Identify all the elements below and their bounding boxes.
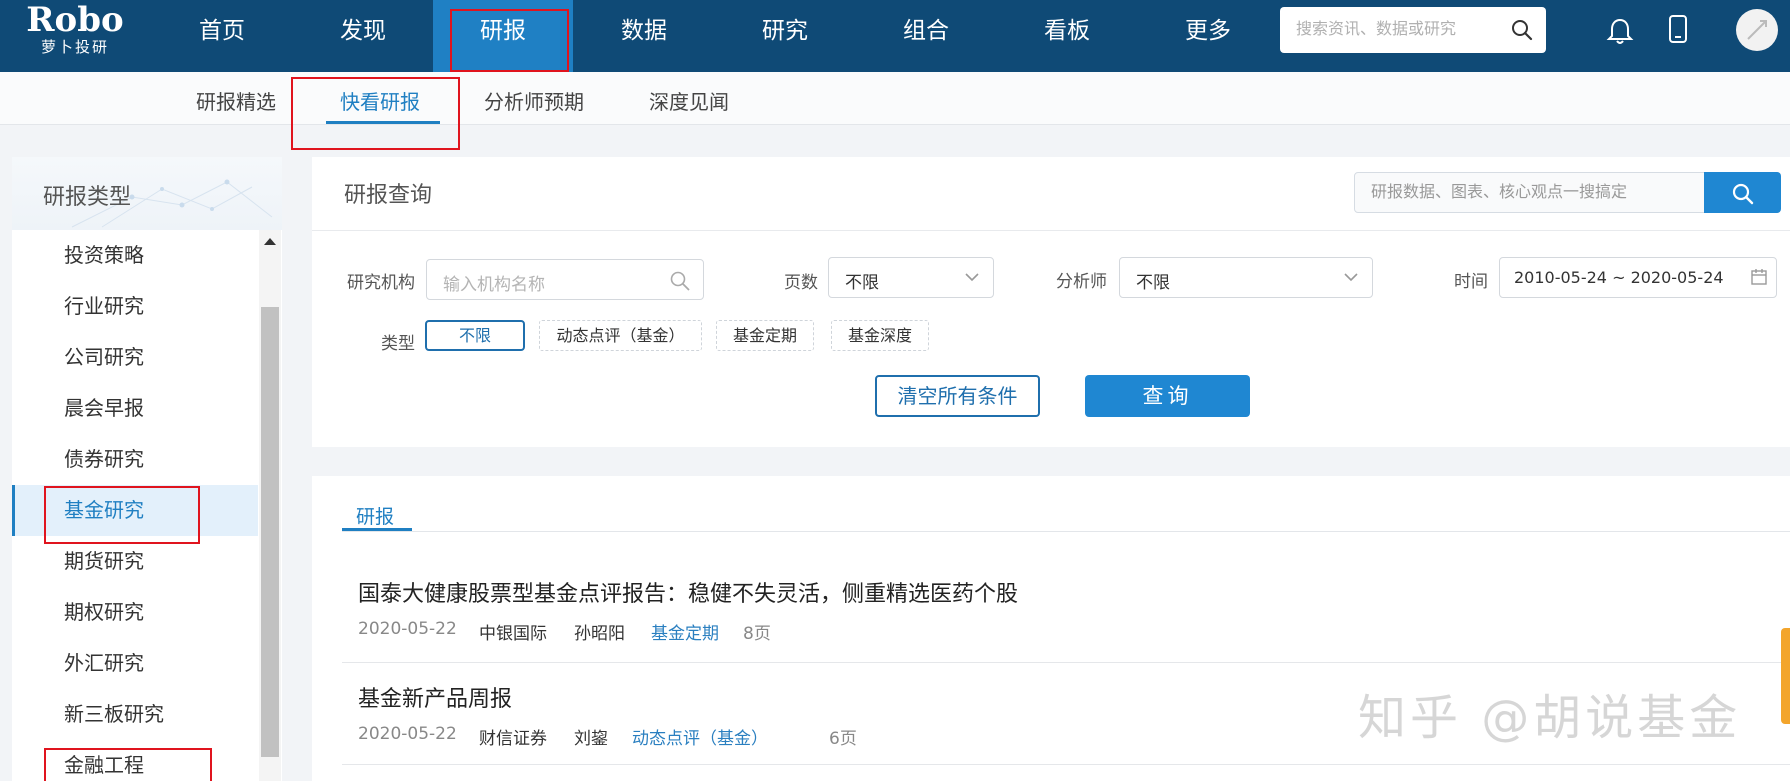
report-search-box — [1354, 172, 1706, 213]
type-tag-unlimited[interactable]: 不限 — [425, 320, 525, 351]
tab-reports[interactable]: 研报 — [356, 502, 394, 529]
subnav-item-deep-insight[interactable]: 深度见闻 — [649, 86, 729, 115]
report-type[interactable]: 基金定期 — [651, 619, 719, 644]
report-analyst[interactable]: 刘鋆 — [574, 724, 608, 749]
nav-item-home[interactable]: 首页 — [152, 0, 292, 72]
report-title[interactable]: 国泰大健康股票型基金点评报告：稳健不失灵活，侧重精选医药个股 — [358, 576, 1018, 608]
sidebar-header: 研报类型 — [12, 157, 282, 230]
institution-field[interactable]: 输入机构名称 — [426, 259, 704, 300]
sidebar-item-investment-strategy[interactable]: 投资策略 — [12, 230, 258, 281]
sidebar-item-options-research[interactable]: 期权研究 — [12, 587, 258, 638]
search-icon — [669, 270, 691, 297]
type-tag-fund-deep[interactable]: 基金深度 — [831, 320, 929, 351]
calendar-icon[interactable] — [1750, 268, 1768, 291]
report-search-input[interactable] — [1371, 182, 1691, 201]
sidebar-item-industry-research[interactable]: 行业研究 — [12, 281, 258, 332]
type-tag-fund-periodic[interactable]: 基金定期 — [716, 320, 814, 351]
search-icon[interactable] — [1510, 18, 1534, 46]
subnav-item-quick-view[interactable]: 快看研报 — [340, 86, 420, 115]
chevron-down-icon — [1342, 268, 1360, 291]
phone-icon[interactable] — [1667, 14, 1689, 48]
pages-select[interactable]: 不限 — [828, 257, 994, 298]
divider — [342, 662, 1790, 663]
nav-item-dashboard[interactable]: 看板 — [997, 0, 1137, 72]
report-analyst[interactable]: 孙昭阳 — [574, 619, 625, 644]
nav-item-reports[interactable]: 研报 — [433, 0, 573, 72]
sidebar-item-fund-research[interactable]: 基金研究 — [12, 485, 258, 536]
active-tab-indicator — [342, 528, 412, 531]
institution-label: 研究机构 — [347, 273, 415, 293]
type-label: 类型 — [381, 334, 415, 354]
nav-item-research[interactable]: 研究 — [715, 0, 855, 72]
global-search — [1280, 7, 1546, 53]
sidebar-scrollbar[interactable] — [259, 230, 281, 781]
type-tag-dynamic-review[interactable]: 动态点评（基金） — [539, 320, 702, 351]
analyst-label: 分析师 — [1056, 272, 1107, 292]
sidebar-item-financial-engineering[interactable]: 金融工程 — [12, 740, 258, 781]
date-range-field[interactable]: 2010-05-24 ~ 2020-05-24 — [1499, 257, 1777, 298]
subnav-item-analyst-forecast[interactable]: 分析师预期 — [484, 86, 584, 115]
scrollbar-thumb[interactable] — [261, 307, 279, 757]
sidebar-item-morning-report[interactable]: 晨会早报 — [12, 383, 258, 434]
brand-logo[interactable]: Robo 萝卜投研 — [20, 2, 130, 56]
report-search-button[interactable] — [1704, 172, 1781, 213]
divider — [342, 764, 1790, 765]
active-tab-indicator — [326, 121, 440, 124]
floating-side-tab[interactable] — [1781, 628, 1790, 724]
sidebar-list: 投资策略 行业研究 公司研究 晨会早报 债券研究 基金研究 期货研究 期权研究 … — [12, 230, 258, 781]
divider — [312, 230, 1790, 231]
clear-conditions-button[interactable]: 清空所有条件 — [875, 375, 1040, 417]
search-icon — [1732, 183, 1754, 205]
report-date: 2020-05-22 — [358, 619, 457, 639]
report-title[interactable]: 基金新产品周报 — [358, 681, 512, 713]
institution-placeholder: 输入机构名称 — [443, 275, 545, 295]
avatar[interactable] — [1736, 9, 1778, 51]
nav-item-data[interactable]: 数据 — [574, 0, 714, 72]
report-institution[interactable]: 财信证券 — [479, 724, 547, 749]
subnav-item-selected-reports[interactable]: 研报精选 — [196, 86, 276, 115]
brand-name: Robo — [26, 0, 124, 40]
report-type[interactable]: 动态点评（基金） — [632, 724, 768, 749]
sidebar-item-futures-research[interactable]: 期货研究 — [12, 536, 258, 587]
watermark: 知乎 @胡说基金 — [1358, 690, 1742, 746]
sidebar-title: 研报类型 — [43, 185, 132, 210]
scroll-up-arrow-icon[interactable] — [264, 238, 276, 245]
sidebar-item-bond-research[interactable]: 债券研究 — [12, 434, 258, 485]
nav-item-discover[interactable]: 发现 — [293, 0, 433, 72]
sidebar-item-forex-research[interactable]: 外汇研究 — [12, 638, 258, 689]
report-query-panel: 研报查询 研究机构 输入机构名称 页数 不限 分析师 不限 时间 2010-05… — [312, 157, 1790, 447]
query-panel-title: 研报查询 — [344, 183, 433, 208]
report-date: 2020-05-22 — [358, 724, 457, 744]
report-pages: 8页 — [743, 624, 771, 644]
sub-navbar: 研报精选 快看研报 分析师预期 深度见闻 — [0, 72, 1790, 125]
sidebar-item-neeq-research[interactable]: 新三板研究 — [12, 689, 258, 740]
pages-value: 不限 — [845, 273, 879, 293]
date-range-value: 2010-05-24 ~ 2020-05-24 — [1514, 268, 1724, 287]
analyst-select[interactable]: 不限 — [1119, 257, 1373, 298]
divider — [342, 531, 1790, 532]
brand-subname: 萝卜投研 — [40, 38, 109, 56]
report-pages: 6页 — [829, 729, 857, 749]
global-search-input[interactable] — [1296, 19, 1496, 38]
chevron-down-icon — [963, 268, 981, 291]
query-button[interactable]: 查询 — [1085, 375, 1250, 417]
nav-item-more[interactable]: 更多 — [1138, 0, 1278, 72]
analyst-value: 不限 — [1136, 273, 1170, 293]
bell-icon[interactable] — [1606, 16, 1634, 50]
nav-item-portfolio[interactable]: 组合 — [856, 0, 996, 72]
top-navbar: Robo 萝卜投研 首页 发现 研报 数据 研究 组合 看板 更多 — [0, 0, 1790, 72]
sidebar-item-company-research[interactable]: 公司研究 — [12, 332, 258, 383]
report-type-sidebar: 研报类型 投资策略 行业研究 公司研究 晨会早报 债券研究 基金研究 期货研究 … — [12, 157, 282, 781]
time-label: 时间 — [1454, 272, 1488, 292]
report-institution[interactable]: 中银国际 — [479, 619, 547, 644]
pages-label: 页数 — [784, 273, 818, 293]
